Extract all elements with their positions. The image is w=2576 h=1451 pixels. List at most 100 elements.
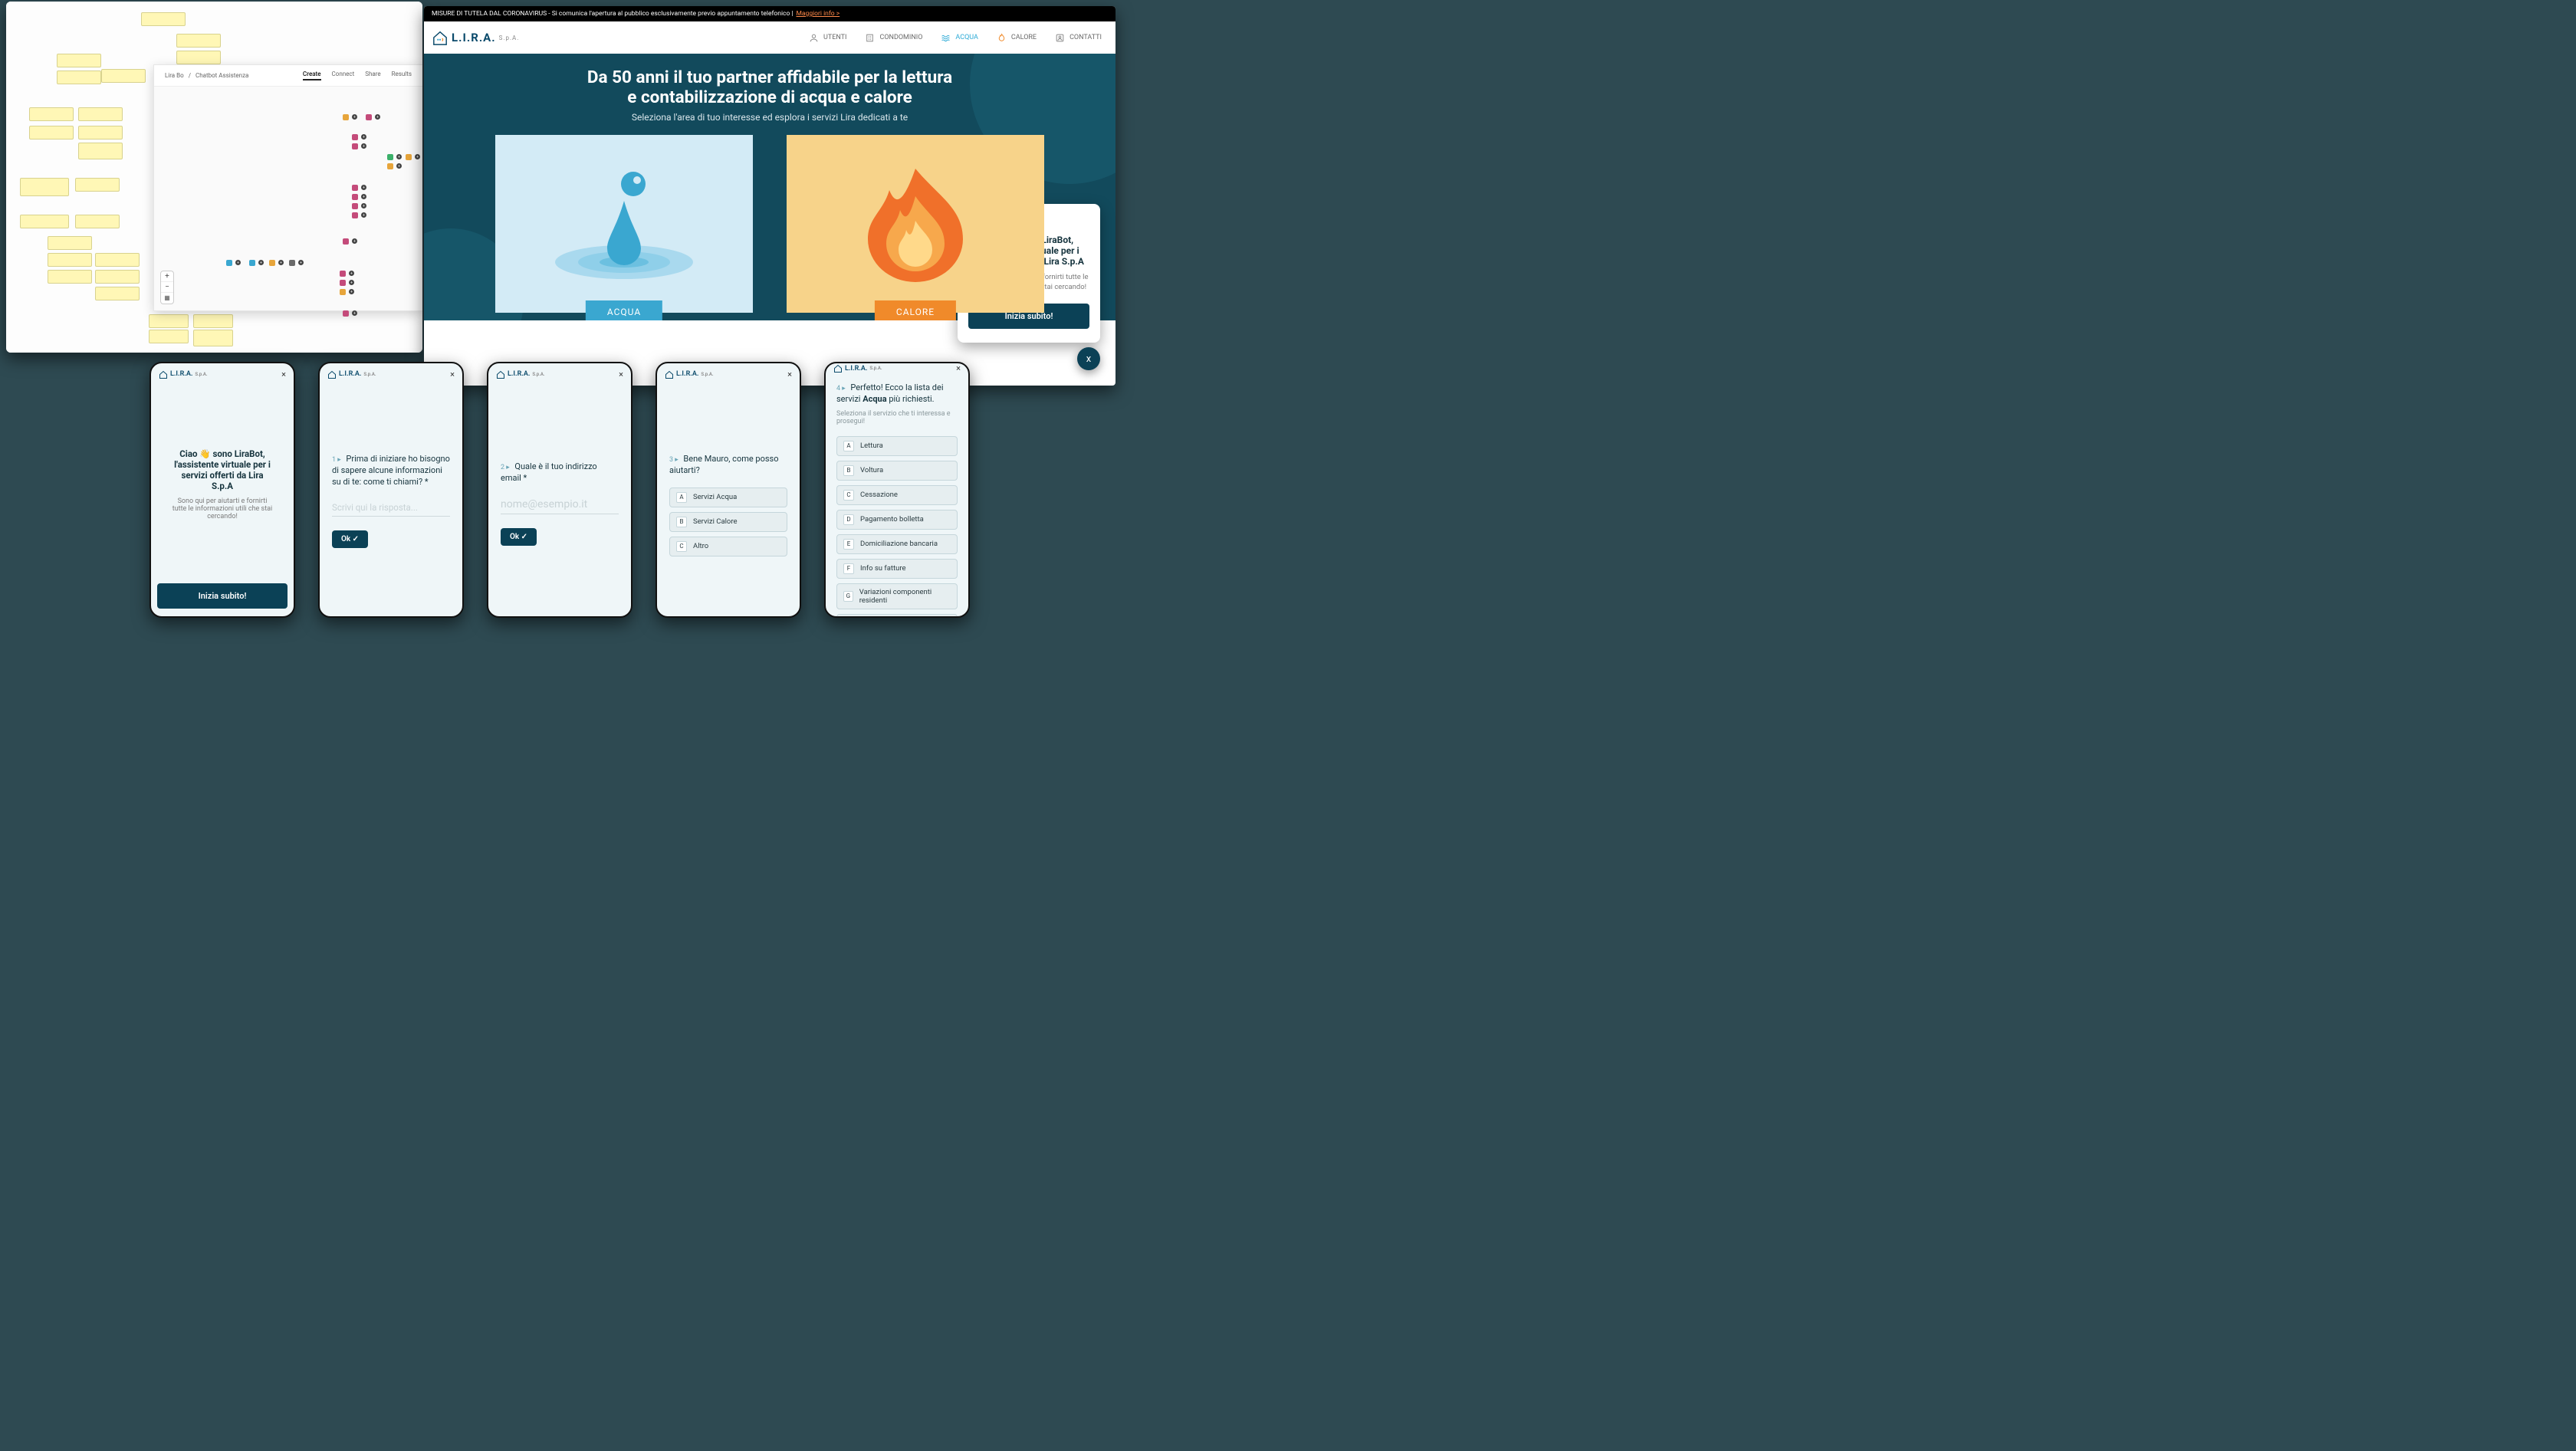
node-block[interactable] [352,203,358,209]
option-domiciliazione[interactable]: EDomiciliazione bancaria [836,534,958,554]
node-block[interactable] [352,185,358,191]
tab-share[interactable]: Share [365,71,380,80]
brand-name: L.I.R.A. [508,370,530,378]
nav-contatti[interactable]: CONTATTI [1055,33,1102,43]
node-block[interactable] [352,143,358,149]
close-icon[interactable]: × [619,369,623,379]
nav-calore[interactable]: CALORE [997,33,1037,43]
tile-calore[interactable]: CALORE [787,135,1044,313]
connector-dot[interactable]: + [235,260,241,265]
node-block[interactable] [289,260,295,266]
option-voltura[interactable]: BVoltura [836,461,958,481]
flow-node [29,107,74,121]
node-block[interactable] [406,154,412,160]
close-icon[interactable]: × [450,369,455,379]
node-block[interactable] [249,260,255,266]
phone-header: L.I.R.A. S.p.A. × [657,363,800,385]
node-block[interactable] [366,114,372,120]
node-block[interactable] [226,260,232,266]
option-altro[interactable]: CAltro [669,537,787,556]
connector-dot[interactable]: + [352,114,357,120]
option-label: Info su fatture [860,564,906,573]
option-pagamento[interactable]: DPagamento bolletta [836,510,958,530]
node-block[interactable] [352,212,358,218]
connector-dot[interactable]: + [396,154,402,159]
connector-dot[interactable]: + [361,143,366,149]
tab-results[interactable]: Results [392,71,412,80]
connector-dot[interactable]: + [352,310,357,316]
node-block[interactable] [387,163,393,169]
breadcrumb-page[interactable]: Chatbot Assistenza [196,72,248,79]
connector-dot[interactable]: + [349,271,354,276]
ok-button[interactable]: Ok ✓ [501,528,537,546]
option-cessazione[interactable]: CCessazione [836,485,958,505]
nav-utenti[interactable]: UTENTI [809,33,846,43]
nav-acqua[interactable]: ACQUA [941,33,978,43]
node-block[interactable] [343,114,349,120]
tab-create[interactable]: Create [303,71,321,80]
calore-button[interactable]: CALORE [875,300,956,320]
builder-canvas[interactable]: + + + + + + + + + + + + + [154,87,422,310]
zoom-in[interactable]: + [161,271,173,282]
connector-dot[interactable]: + [352,238,357,244]
flow-node [57,71,101,84]
tab-connect[interactable]: Connect [332,71,355,80]
nav-label: CONDOMINIO [879,34,922,41]
brand-logo[interactable]: L.I.R.A. S.p.A. [432,30,519,45]
node-block[interactable] [340,280,346,286]
name-input[interactable]: Scrivi qui la risposta... [332,502,450,517]
node-block[interactable] [340,271,346,277]
breadcrumb-root[interactable]: Lira Bo [165,72,184,79]
connector-dot[interactable]: + [349,289,354,294]
connector-dot[interactable]: + [361,203,366,208]
option-sostituzione[interactable]: HSostituzione contatore [836,614,958,618]
connector-dot[interactable]: + [361,194,366,199]
node-block[interactable] [343,238,349,245]
chatbot-builder-panel: Lira Bo / Chatbot Assistenza Create Conn… [153,64,422,311]
node-block[interactable] [340,289,346,295]
connector-dot[interactable]: + [258,260,264,265]
option-servizi-calore[interactable]: BServizi Calore [669,512,787,532]
connector-dot[interactable]: + [415,154,420,159]
close-icon[interactable]: × [281,369,286,379]
connector-dot[interactable]: + [349,280,354,285]
acqua-button[interactable]: ACQUA [586,300,662,320]
email-input[interactable]: nome@esempio.it [501,498,619,514]
connector-dot[interactable]: + [298,260,304,265]
start-button[interactable]: Inizia subito! [157,583,288,609]
connector-dot[interactable]: + [361,185,366,190]
chat-fab-button[interactable]: x [1077,347,1100,370]
option-lettura[interactable]: ALettura [836,436,958,456]
node-block[interactable] [269,260,275,266]
builder-card: Lira Bo / Chatbot Assistenza Create Conn… [6,2,422,353]
main-nav: UTENTI CONDOMINIO ACQUA CALORE CONTATTI [809,33,1102,43]
option-info-fatture[interactable]: FInfo su fatture [836,559,958,579]
option-variazioni[interactable]: GVariazioni componenti residenti [836,583,958,609]
node-block[interactable] [352,134,358,140]
phone-body: 1 ▸ Prima di iniziare ho bisogno di sape… [320,385,462,616]
connector-dot[interactable]: + [375,114,380,120]
close-icon[interactable]: × [956,363,961,373]
node-block[interactable] [352,194,358,200]
close-icon[interactable]: × [787,369,792,379]
connector-dot[interactable]: + [278,260,284,265]
house-icon [496,370,505,379]
connector-dot[interactable]: + [396,163,402,169]
phone-header: L.I.R.A. S.p.A. × [488,363,631,385]
notice-link[interactable]: Maggiori info > [797,10,840,18]
tile-acqua[interactable]: ACQUA [495,135,753,313]
node-block[interactable] [343,310,349,317]
zoom-fit-icon[interactable]: ▦ [161,293,173,304]
phone-logo: L.I.R.A. S.p.A. [496,370,545,379]
nav-condominio[interactable]: CONDOMINIO [865,33,922,43]
contact-icon [1055,33,1065,43]
node-block[interactable] [387,154,393,160]
flow-node [95,287,140,300]
zoom-out[interactable]: − [161,282,173,293]
connector-dot[interactable]: + [361,134,366,140]
phone-q2-email: L.I.R.A. S.p.A. × 2 ▸ Quale è il tuo ind… [487,362,632,618]
option-servizi-acqua[interactable]: AServizi Acqua [669,487,787,507]
option-label: Voltura [860,466,883,474]
ok-button[interactable]: Ok ✓ [332,530,368,548]
connector-dot[interactable]: + [361,212,366,218]
